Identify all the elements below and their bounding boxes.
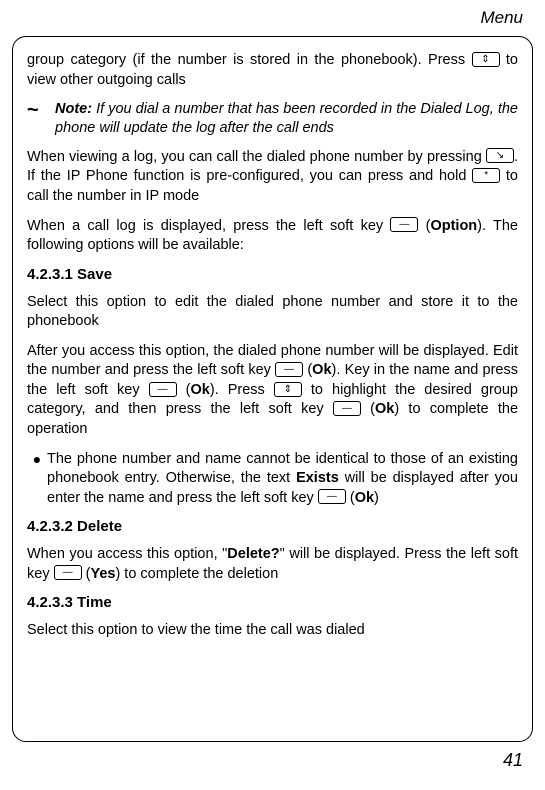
bullet-icon: ● (27, 450, 47, 470)
ok-label: Ok (355, 490, 374, 506)
softkey-icon: — (54, 565, 82, 580)
nav-key-icon: ⇕ (274, 382, 302, 397)
p5-e: ( (177, 382, 191, 398)
p5-b: ( (303, 362, 312, 378)
page-number: 41 (0, 750, 545, 771)
nav-key-icon: ⇕ (472, 52, 500, 67)
paragraph-5: After you access this option, the dialed… (27, 342, 518, 440)
softkey-icon: — (318, 489, 346, 504)
ok-label: Ok (375, 401, 394, 417)
paragraph-7: Select this option to view the time the … (27, 621, 518, 641)
p5-g: ). Press (210, 382, 274, 398)
softkey-icon: — (149, 382, 177, 397)
paragraph-1: group category (if the number is stored … (27, 51, 518, 90)
paragraph-6: When you access this option, "Delete?" w… (27, 545, 518, 584)
paragraph-3: When a call log is displayed, press the … (27, 217, 518, 256)
heading-time: 4.2.3.3 Time (27, 594, 518, 611)
b1-f: ) (374, 490, 379, 506)
call-key-icon: ↘ (486, 148, 514, 163)
paragraph-2: When viewing a log, you can call the dia… (27, 148, 518, 207)
paragraph-4: Select this option to edit the dialed ph… (27, 293, 518, 332)
note-text: Note: If you dial a number that has been… (55, 100, 518, 138)
bullet-1-text: The phone number and name cannot be iden… (47, 450, 518, 509)
softkey-icon: — (275, 362, 303, 377)
star-key-icon: * (472, 168, 500, 183)
p6-a: When you access this option, " (27, 546, 227, 562)
ok-label: Ok (191, 382, 210, 398)
page-frame: group category (if the number is stored … (12, 36, 533, 742)
option-label: Option (430, 218, 477, 234)
note-icon: ~ (27, 100, 55, 120)
header-menu: Menu (0, 0, 545, 32)
heading-delete: 4.2.3.2 Delete (27, 518, 518, 535)
heading-save: 4.2.3.1 Save (27, 266, 518, 283)
note-block: ~ Note: If you dial a number that has be… (27, 100, 518, 138)
b1-d: ( (346, 490, 355, 506)
note-body: If you dial a number that has been recor… (55, 101, 518, 136)
p3-b: ( (418, 218, 430, 234)
ok-label: Ok (312, 362, 331, 378)
delete-label: Delete? (227, 546, 279, 562)
p3-a: When a call log is displayed, press the … (27, 218, 390, 234)
yes-label: Yes (90, 566, 115, 582)
exists-label: Exists (296, 470, 339, 486)
p5-i: ( (361, 401, 375, 417)
p6-f: ) to complete the deletion (115, 566, 278, 582)
note-label: Note: (55, 101, 92, 117)
p2-text-a: When viewing a log, you can call the dia… (27, 149, 486, 165)
bullet-1: ● The phone number and name cannot be id… (27, 450, 518, 509)
softkey-icon: — (333, 401, 361, 416)
p1-text-a: group category (if the number is stored … (27, 52, 472, 68)
softkey-icon: — (390, 217, 418, 232)
